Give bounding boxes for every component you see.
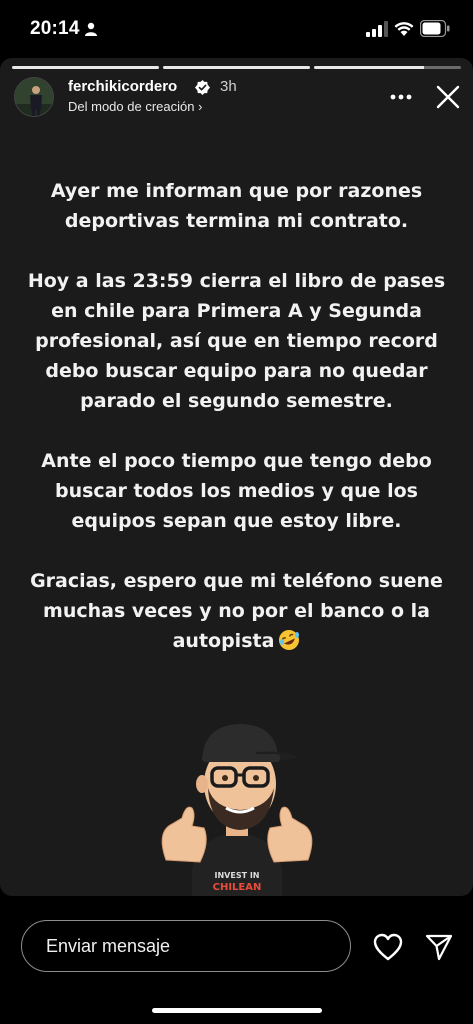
message-input[interactable] <box>21 920 351 972</box>
story-paragraph: Ayer me informan que por razones deporti… <box>50 180 423 232</box>
story-text: Ayer me informan que por razones deporti… <box>20 176 453 686</box>
avatar-image <box>15 78 53 116</box>
story-paragraph: Gracias, espero que mi teléfono suene mu… <box>30 570 443 652</box>
story-progress-bar <box>12 66 461 69</box>
wifi-icon <box>394 22 414 36</box>
story-viewer[interactable]: ferchikicordero 3h Del modo de creación … <box>0 58 473 896</box>
battery-icon <box>420 20 450 37</box>
reply-bar <box>0 896 473 1024</box>
progress-segment <box>163 66 310 69</box>
heart-icon[interactable] <box>373 933 403 961</box>
sticker-shirt-line2: CHILEAN <box>213 882 262 893</box>
story-paragraph: Ante el poco tiempo que tengo debo busca… <box>41 450 432 532</box>
progress-segment <box>314 66 461 69</box>
story-paragraph-last: Gracias, espero que mi teléfono suene mu… <box>20 566 453 656</box>
memoji-sticker: INVEST IN CHILEAN <box>161 724 313 896</box>
close-icon[interactable] <box>436 85 460 109</box>
home-indicator <box>152 1008 322 1013</box>
status-bar: 20:14 <box>0 0 473 58</box>
creation-mode-link[interactable]: Del modo de creación › <box>68 99 202 114</box>
send-icon[interactable] <box>425 933 453 961</box>
sticker-shirt-line1: INVEST IN <box>214 871 259 880</box>
verified-badge-icon <box>195 80 210 95</box>
more-options-icon[interactable] <box>390 94 412 100</box>
avatar[interactable] <box>14 77 54 117</box>
cellular-signal-icon <box>366 21 388 37</box>
status-time: 20:14 <box>30 18 80 39</box>
progress-segment <box>12 66 159 69</box>
rolling-laughing-emoji-icon <box>279 630 300 650</box>
post-time: 3h <box>220 78 237 95</box>
person-icon <box>85 22 97 36</box>
username[interactable]: ferchikicordero <box>68 78 177 95</box>
story-paragraph: Hoy a las 23:59 cierra el libro de pases… <box>27 270 446 412</box>
